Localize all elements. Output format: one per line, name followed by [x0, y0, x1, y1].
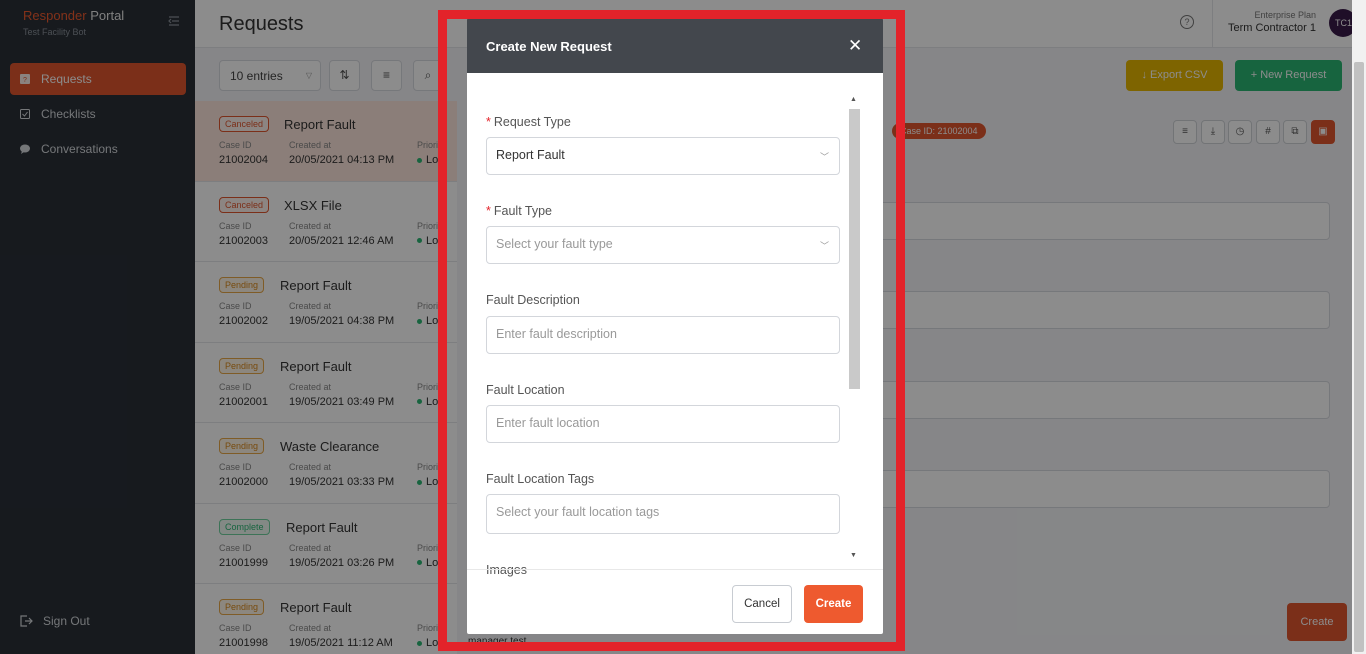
highlight-frame [438, 10, 905, 651]
page-scrollbar-thumb[interactable] [1354, 62, 1364, 652]
